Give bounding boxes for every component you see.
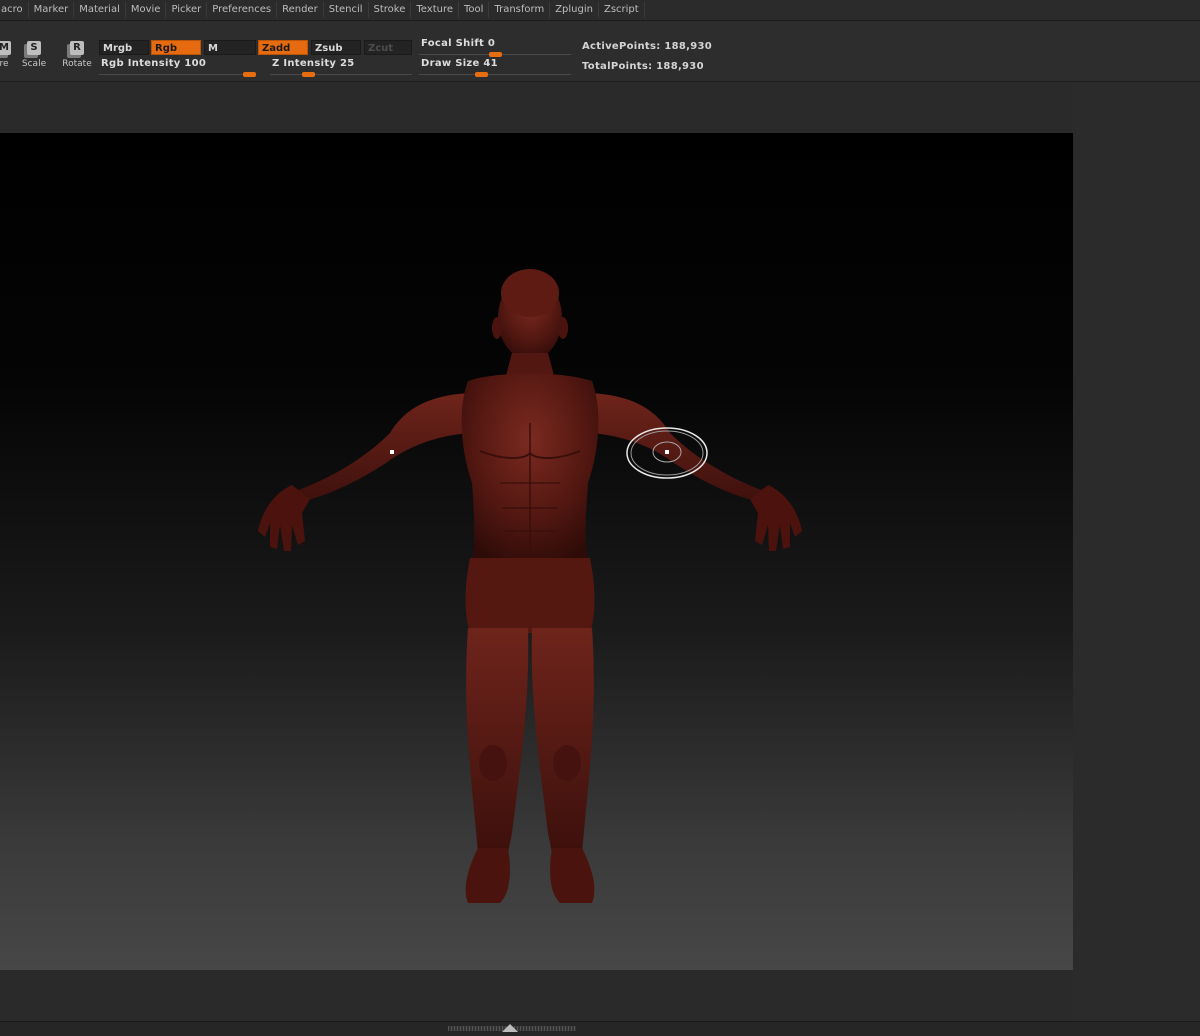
rotate-icon: R [70,41,84,55]
tray-expand-icon[interactable] [502,1024,518,1032]
menu-material[interactable]: Material [74,2,126,18]
menu-zscript[interactable]: Zscript [599,2,645,18]
scale-button[interactable]: S Scale [16,41,52,75]
menu-marker[interactable]: Marker [29,2,75,18]
active-points: ActivePoints: 188,930 [582,41,712,52]
scale-icon: S [27,41,41,55]
total-points: TotalPoints: 188,930 [582,61,704,72]
m-button[interactable]: M [204,40,256,55]
human-model [258,269,802,903]
draw-size-slider[interactable]: Draw Size 41 [419,58,571,77]
rotate-button[interactable]: R Rotate [59,41,95,75]
draw-size-knob[interactable] [475,72,488,77]
move-icon: M [0,41,11,55]
zsub-button[interactable]: Zsub [311,40,361,55]
focal-shift-slider[interactable]: Focal Shift 0 [419,38,571,57]
menu-stroke[interactable]: Stroke [369,2,412,18]
top-shelf: M re S Scale R Rotate Mrgb Rgb M Rgb Int… [0,21,1200,82]
menu-movie[interactable]: Movie [126,2,167,18]
zadd-button[interactable]: Zadd [258,40,308,55]
right-tray [1073,82,1200,1022]
zcut-button[interactable]: Zcut [364,40,412,55]
viewport-canvas[interactable] [0,133,1073,970]
menu-render[interactable]: Render [277,2,324,18]
menu-macro[interactable]: acro [0,2,29,18]
menu-bar: acro Marker Material Movie Picker Prefer… [0,0,1200,21]
menu-preferences[interactable]: Preferences [207,2,278,18]
rgb-intensity-knob[interactable] [243,72,256,77]
model-render [258,269,802,903]
focal-shift-knob[interactable] [488,52,502,57]
menu-stencil[interactable]: Stencil [324,2,369,18]
z-intensity-knob[interactable] [302,72,316,77]
rgb-button[interactable]: Rgb [151,40,201,55]
menu-tool[interactable]: Tool [459,2,490,18]
menu-zplugin[interactable]: Zplugin [550,2,599,18]
z-intensity-slider[interactable]: Z Intensity 25 [270,58,412,77]
menu-transform[interactable]: Transform [489,2,551,18]
mrgb-button[interactable]: Mrgb [99,40,149,55]
menu-texture[interactable]: Texture [411,2,459,18]
symmetry-point [390,450,394,454]
rgb-intensity-slider[interactable]: Rgb Intensity 100 [99,58,256,77]
bottom-tray [0,1021,1200,1036]
menu-picker[interactable]: Picker [166,2,208,18]
